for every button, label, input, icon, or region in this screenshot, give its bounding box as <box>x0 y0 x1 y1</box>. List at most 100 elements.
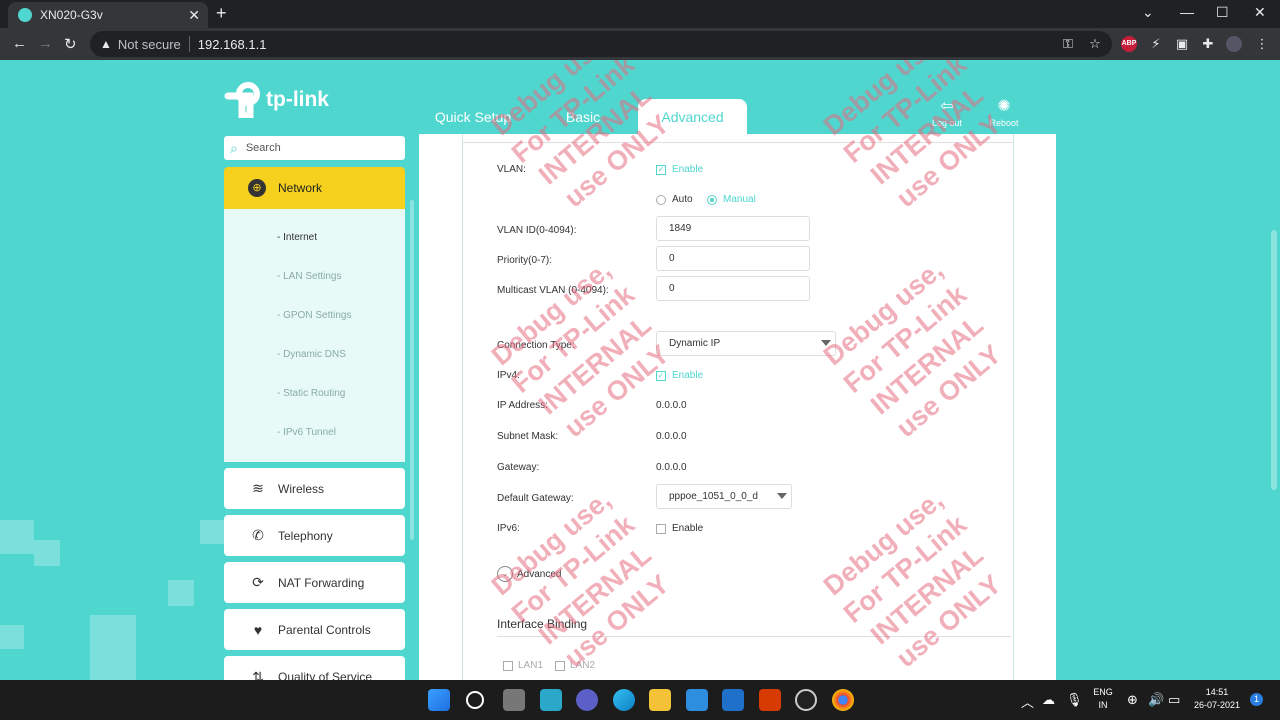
vlan-enable-label: Enable <box>672 164 704 175</box>
submenu-dynamic-dns[interactable]: - Dynamic DNS <box>277 349 346 360</box>
lan2-checkbox[interactable]: LAN2 <box>555 660 595 671</box>
default-gateway-select[interactable]: pppoe_1051_0_0_d <box>656 484 792 509</box>
tab-advanced[interactable]: Advanced <box>638 99 747 135</box>
teams-chat-icon[interactable] <box>576 689 598 711</box>
search-taskbar-icon[interactable] <box>466 691 484 709</box>
sidebar-item-qos[interactable]: ⇅ Quality of Service <box>224 656 405 680</box>
submenu-lan-settings[interactable]: - LAN Settings <box>277 271 341 282</box>
submenu-static-routing[interactable]: - Static Routing <box>277 388 345 399</box>
sidebar-scrollbar[interactable] <box>410 200 414 540</box>
qos-icon: ⇅ <box>252 668 264 681</box>
close-window-icon[interactable]: ✕ <box>1254 4 1266 21</box>
decor-square <box>200 520 224 544</box>
decor-square <box>90 615 136 680</box>
advanced-toggle[interactable]: ⌄ Advanced <box>497 566 561 582</box>
key-icon[interactable]: ⚿ <box>1060 36 1076 52</box>
ipv6-enable-label: Enable <box>672 523 704 534</box>
logo-text: tp-link <box>266 88 329 111</box>
reboot-button[interactable]: ✺ Reboot <box>979 96 1029 128</box>
windows-taskbar: ︿ ☁ 🎙 ENG IN ⊕ 🔊 ▭ 14:51 26-07-2021 1 <box>0 680 1280 720</box>
ipv4-enable-checkbox[interactable]: ✓ Enable <box>656 370 703 381</box>
language-indicator[interactable]: ENG IN <box>1092 686 1114 712</box>
adblock-icon[interactable]: ABP <box>1121 36 1137 52</box>
content-area: VLAN: ✓ Enable Auto Manual VLAN ID(0-409… <box>419 60 1056 680</box>
connection-type-value: Dynamic IP <box>669 338 721 349</box>
sidebar-item-parental-controls[interactable]: ♥ Parental Controls <box>224 609 405 650</box>
notification-icon[interactable]: 1 <box>1250 693 1263 706</box>
nat-icon: ⟳ <box>252 574 264 590</box>
new-tab-button[interactable]: + <box>216 3 227 24</box>
tab-search-icon[interactable]: ⌄ <box>1142 4 1154 21</box>
bookmark-star-icon[interactable]: ☆ <box>1087 36 1103 52</box>
wireless-icon: ≋ <box>252 480 264 496</box>
priority-input[interactable]: 0 <box>656 246 810 271</box>
connection-type-label: Connection Type: <box>497 340 575 351</box>
url-text[interactable]: 192.168.1.1 <box>198 37 267 52</box>
mail-icon[interactable] <box>686 689 708 711</box>
multicast-vlan-input[interactable]: 0 <box>656 276 810 301</box>
sidebar-item-telephony[interactable]: ✆ Telephony <box>224 515 405 556</box>
vscode-icon[interactable] <box>722 689 744 711</box>
extensions-puzzle-icon[interactable]: ✚ <box>1200 36 1216 52</box>
tab-quick-setup[interactable]: Quick Setup <box>430 99 516 135</box>
multicast-vlan-label: Multicast VLAN (0-4094): <box>497 285 609 296</box>
address-bar[interactable]: ▲ Not secure 192.168.1.1 <box>90 31 1112 57</box>
divider <box>497 636 1011 637</box>
profile-avatar[interactable] <box>1226 36 1242 52</box>
language-code: ENG <box>1093 687 1113 697</box>
ipv6-enable-checkbox[interactable]: Enable <box>656 523 703 534</box>
sidebar-item-nat-forwarding[interactable]: ⟳ NAT Forwarding <box>224 562 405 603</box>
task-view-icon[interactable] <box>503 689 525 711</box>
sidebar-item-wireless[interactable]: ≋ Wireless <box>224 468 405 509</box>
connection-type-select[interactable]: Dynamic IP <box>656 331 836 356</box>
screen-capture-icon[interactable]: ▣ <box>1174 36 1190 52</box>
minimize-icon[interactable]: — <box>1180 4 1194 20</box>
browser-tab[interactable]: XN020-G3v ✕ <box>8 2 208 28</box>
security-status[interactable]: Not secure <box>118 37 181 52</box>
extension-bolt-icon[interactable]: ⚡ <box>1148 36 1164 52</box>
tplink-logo[interactable]: tp-link <box>224 80 344 120</box>
vlan-auto-radio[interactable]: Auto <box>656 194 693 205</box>
chevron-down-icon <box>821 340 831 346</box>
submenu-gpon-settings[interactable]: - GPON Settings <box>277 310 351 321</box>
back-icon[interactable]: ← <box>12 35 27 52</box>
decor-square <box>34 540 60 566</box>
maximize-icon[interactable]: ☐ <box>1216 4 1229 21</box>
file-explorer-icon[interactable] <box>649 689 671 711</box>
checkbox-icon <box>555 660 565 671</box>
widgets-icon[interactable] <box>540 689 562 711</box>
network-globe-icon[interactable]: ⊕ <box>1127 692 1138 708</box>
sidebar-nat-label: NAT Forwarding <box>278 575 365 590</box>
logout-label: Log out <box>931 118 963 128</box>
manual-label: Manual <box>723 194 756 205</box>
obs-icon[interactable] <box>795 689 817 711</box>
office-icon[interactable] <box>759 689 781 711</box>
tray-chevron-up-icon[interactable]: ︿ <box>1021 692 1034 711</box>
chrome-taskbar-icon[interactable] <box>832 689 854 711</box>
microphone-icon[interactable]: 🎙 <box>1066 692 1083 708</box>
edge-icon[interactable] <box>613 689 635 711</box>
reload-icon[interactable]: ↻ <box>64 35 77 53</box>
submenu-internet[interactable]: - Internet <box>277 232 317 243</box>
vlan-enable-checkbox[interactable]: ✓ Enable <box>656 164 703 175</box>
start-icon[interactable] <box>428 689 450 711</box>
tab-basic[interactable]: Basic <box>548 99 618 135</box>
submenu-ipv6-tunnel[interactable]: - IPv6 Tunnel <box>277 427 336 438</box>
page-scrollbar[interactable] <box>1271 230 1277 490</box>
clock[interactable]: 14:51 26-07-2021 <box>1190 686 1244 712</box>
search-input[interactable]: ⌕ Search <box>224 136 405 160</box>
chrome-menu-icon[interactable]: ⋮ <box>1254 36 1270 52</box>
sidebar-item-network[interactable]: ⊕ Network <box>224 167 405 209</box>
vlan-id-input[interactable]: 1849 <box>656 216 810 241</box>
battery-icon[interactable]: ▭ <box>1168 692 1180 708</box>
priority-label: Priority(0-7): <box>497 255 553 266</box>
onedrive-icon[interactable]: ☁ <box>1042 692 1055 708</box>
logout-button[interactable]: ⇦ Log out <box>922 96 972 128</box>
vlan-manual-radio[interactable]: Manual <box>707 194 756 205</box>
volume-icon[interactable]: 🔊 <box>1148 692 1164 708</box>
lan1-checkbox[interactable]: LAN1 <box>503 660 543 671</box>
forward-icon[interactable]: → <box>38 35 53 52</box>
tplink-mark-icon <box>224 82 260 120</box>
tplink-favicon-icon <box>18 8 32 22</box>
close-tab-icon[interactable]: ✕ <box>188 7 200 24</box>
